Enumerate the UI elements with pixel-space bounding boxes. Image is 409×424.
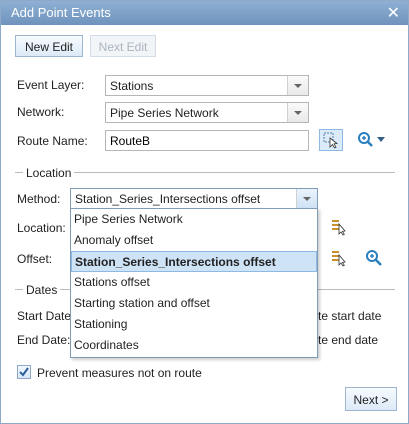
method-option[interactable]: Stationing [71, 314, 317, 335]
method-value: Station_Series_Intersections offset [75, 192, 261, 206]
method-option[interactable]: Pipe Series Network [71, 209, 317, 230]
select-offset-on-map-icon[interactable] [330, 249, 348, 267]
method-select[interactable]: Station_Series_Intersections offset [70, 188, 318, 209]
checkmark-icon [19, 367, 29, 377]
method-label: Method: [17, 192, 61, 206]
start-date-option-label[interactable]: te start date [318, 309, 381, 323]
chevron-down-icon[interactable] [296, 189, 317, 208]
chevron-down-icon[interactable] [287, 103, 308, 122]
chevron-down-icon[interactable] [287, 76, 308, 95]
method-option[interactable]: Stations offset [71, 272, 317, 293]
network-select[interactable]: Pipe Series Network [105, 102, 309, 123]
method-dropdown-list: Pipe Series Network Anomaly offset Stati… [70, 208, 318, 358]
offset-label: Offset: [17, 252, 53, 266]
select-route-on-map-icon[interactable] [319, 129, 343, 151]
route-name-label: Route Name: [17, 134, 88, 148]
end-date-label: End Date: [17, 333, 71, 347]
location-section-header: Location [15, 166, 395, 180]
zoom-to-offset-icon[interactable] [365, 249, 383, 267]
next-edit-button[interactable]: Next Edit [90, 35, 156, 57]
method-option[interactable]: Anomaly offset [71, 230, 317, 251]
add-point-events-dialog: Add Point Events ✕ New Edit Next Edit Ev… [0, 0, 409, 424]
next-button[interactable]: Next > [345, 387, 397, 411]
prevent-measures-label: Prevent measures not on route [37, 366, 202, 380]
network-value: Pipe Series Network [110, 106, 219, 120]
location-section-title: Location [23, 166, 75, 180]
select-location-on-map-icon[interactable] [330, 218, 348, 236]
new-edit-button[interactable]: New Edit [15, 35, 83, 57]
route-name-input[interactable] [105, 130, 309, 151]
dates-section-title: Dates [23, 283, 61, 297]
method-option-selected[interactable]: Station_Series_Intersections offset [71, 251, 317, 272]
method-option[interactable]: Coordinates [71, 335, 317, 356]
prevent-measures-checkbox[interactable] [17, 365, 31, 379]
event-layer-select[interactable]: Stations [105, 75, 309, 96]
location-label: Location: [17, 221, 66, 235]
network-label: Network: [17, 105, 65, 119]
end-date-option-label[interactable]: te end date [318, 333, 378, 347]
event-layer-value: Stations [110, 79, 154, 93]
zoom-to-route-icon[interactable] [356, 130, 388, 150]
title-bar: Add Point Events ✕ [1, 1, 408, 25]
event-layer-label: Event Layer: [17, 78, 85, 92]
method-option[interactable]: Starting station and offset [71, 293, 317, 314]
window-title: Add Point Events [11, 5, 111, 20]
start-date-label: Start Date [17, 309, 72, 323]
close-icon[interactable]: ✕ [387, 3, 400, 23]
